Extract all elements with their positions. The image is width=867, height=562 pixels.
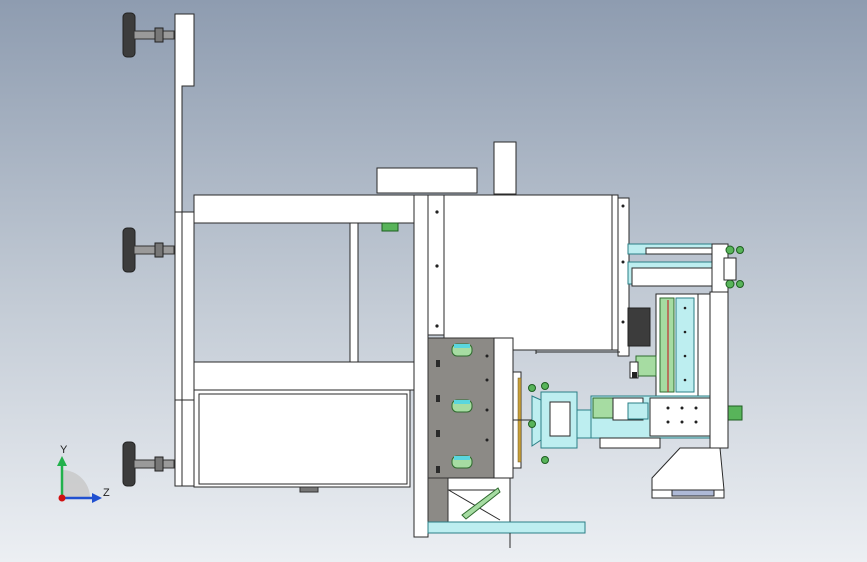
- cad-viewport[interactable]: Y Z: [0, 0, 867, 562]
- mold-plate: [427, 337, 514, 479]
- y-axis-arrowhead: [57, 456, 67, 466]
- leveling-foot-top: [122, 12, 175, 58]
- frame-upright: [174, 13, 195, 487]
- main-frame: [193, 194, 415, 493]
- z-axis-label: Z: [103, 487, 110, 499]
- top-plate: [376, 167, 478, 194]
- coordinate-triad: Y Z: [57, 444, 110, 503]
- upper-housing: [443, 194, 630, 357]
- finger-gripper: [512, 371, 594, 469]
- top-post: [493, 141, 517, 195]
- green-fitting: [381, 222, 399, 232]
- lower-bracket: [427, 477, 586, 548]
- side-cylinder: [627, 243, 744, 295]
- guide-module: [627, 293, 715, 397]
- z-axis-arrowhead: [92, 493, 102, 503]
- origin-marker: [58, 494, 66, 502]
- machine-assembly-drawing: Y Z: [57, 12, 744, 548]
- leveling-foot-bottom: [122, 441, 175, 487]
- leveling-foot-middle: [122, 227, 175, 273]
- y-axis-label: Y: [60, 444, 68, 456]
